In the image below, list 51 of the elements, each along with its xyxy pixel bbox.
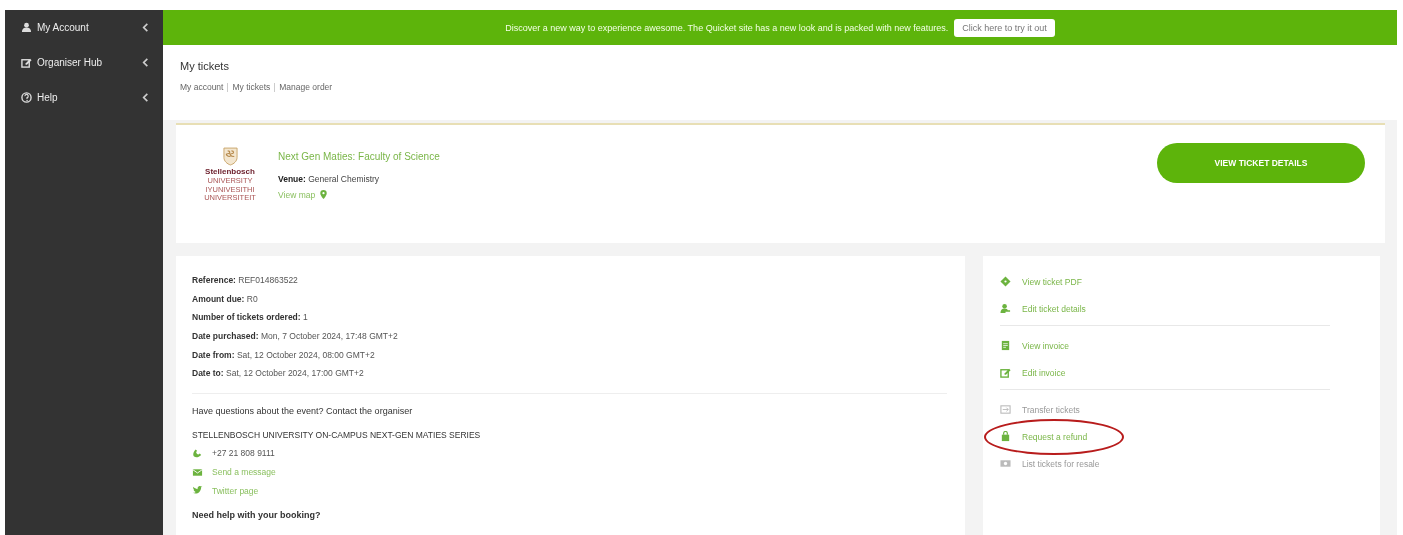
sidebar-item[interactable]: Help — [5, 80, 163, 115]
page-title: My tickets — [180, 60, 230, 72]
order-detail: Date purchased: Mon, 7 October 2024, 17:48 GMT+2 — [192, 330, 399, 344]
person-icon — [1000, 303, 1011, 314]
view-ticket-details-button[interactable]: VIEW TICKET DETAILS — [1157, 143, 1365, 183]
action-link[interactable]: Request a refund — [1000, 423, 1330, 450]
order-detail: Number of tickets ordered: 1 — [192, 311, 309, 325]
user-icon — [21, 22, 32, 33]
action-link[interactable]: View invoice — [1000, 332, 1330, 359]
ticket-icon — [1000, 276, 1011, 287]
order-detail: Reference: REF014863522 — [192, 274, 299, 287]
bird-icon — [192, 485, 203, 497]
lock-icon — [1000, 431, 1011, 442]
edit-icon — [1000, 367, 1011, 378]
breadcrumb-link[interactable]: My account — [180, 82, 224, 92]
help-icon — [21, 92, 32, 103]
action-link[interactable]: Edit invoice — [1000, 359, 1330, 386]
event-title[interactable]: Next Gen Maties: Faculty of Science — [278, 151, 1157, 162]
chevron-icon — [140, 92, 151, 103]
breadcrumb-link[interactable]: Manage order — [279, 82, 333, 92]
transfer-icon — [1000, 404, 1011, 415]
banner-message: Discover a new way to experience awesome. The Quicket site has a new look and is packed with new features. — [505, 22, 949, 33]
order-detail: Amount due: R0 — [192, 292, 259, 306]
venue-text: Venue: General Chemistry — [278, 174, 381, 184]
envelope-icon — [192, 466, 203, 478]
action-link[interactable]: View ticket PDF — [1000, 268, 1330, 295]
phone-icon — [192, 447, 203, 459]
crest-icon — [222, 147, 238, 166]
card-icon — [1000, 458, 1011, 469]
document-icon — [1000, 340, 1011, 351]
logo-wordmark: Stellenbosch — [205, 167, 255, 176]
order-detail: Date to: Sat, 12 October 2024, 17:00 GMT+2 — [192, 367, 365, 381]
try-it-button[interactable]: Click here to try it out — [954, 18, 1055, 37]
send-message-link[interactable]: Send a message — [212, 467, 276, 478]
phone-number: +27 21 808 9111 — [212, 448, 275, 459]
order-detail: Date from: Sat, 12 October 2024, 08:00 GMT+2 — [192, 348, 376, 362]
sidebar-item[interactable]: Organiser Hub — [5, 45, 163, 80]
help-heading: Need help with your booking? — [192, 510, 322, 521]
contact-prompt: Have questions about the event? Contact the organiser — [192, 406, 414, 417]
action-link[interactable]: Edit ticket details — [1000, 295, 1330, 322]
organiser-name: STELLENBOSCH UNIVERSITY ON-CAMPUS NEXT-GEN MATIES SERIES — [192, 430, 482, 441]
chevron-icon — [140, 57, 151, 68]
edit-icon — [21, 57, 32, 68]
map-pin-icon — [318, 189, 330, 200]
twitter-link[interactable]: Twitter page — [212, 485, 259, 496]
action-link: Transfer tickets — [1000, 396, 1330, 423]
action-link: List tickets for resale — [1000, 450, 1330, 477]
view-map-link[interactable]: View map — [278, 189, 330, 200]
chevron-icon — [140, 22, 151, 33]
breadcrumb-link[interactable]: My tickets — [232, 82, 271, 92]
sidebar-item[interactable]: My Account — [5, 10, 163, 45]
